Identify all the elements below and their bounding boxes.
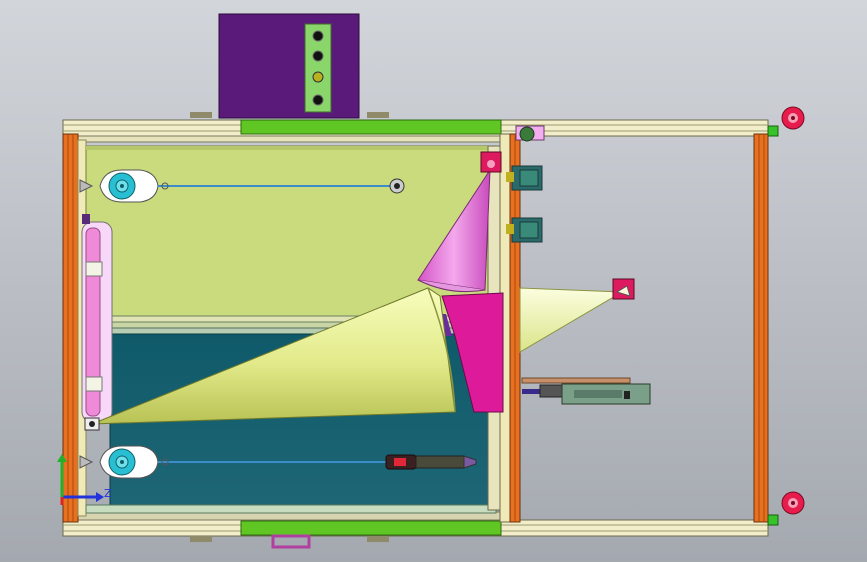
emitter-right bbox=[612, 278, 635, 300]
indicator-light bbox=[312, 30, 324, 42]
cad-viewport[interactable]: Z bbox=[0, 0, 867, 562]
emitter-lower-left bbox=[84, 417, 100, 431]
emitter-top-right bbox=[480, 151, 502, 173]
handheld-tool bbox=[385, 454, 477, 470]
axis-z-label: Z bbox=[104, 487, 112, 500]
control-box bbox=[190, 13, 389, 119]
target-marker-top bbox=[781, 106, 805, 130]
indicator-light bbox=[312, 94, 324, 106]
left-door-handle bbox=[81, 214, 113, 423]
target-marker-bottom bbox=[781, 491, 805, 515]
indicator-light bbox=[312, 50, 324, 62]
indicator-light bbox=[312, 71, 324, 83]
sensor-mount-1 bbox=[515, 125, 545, 142]
